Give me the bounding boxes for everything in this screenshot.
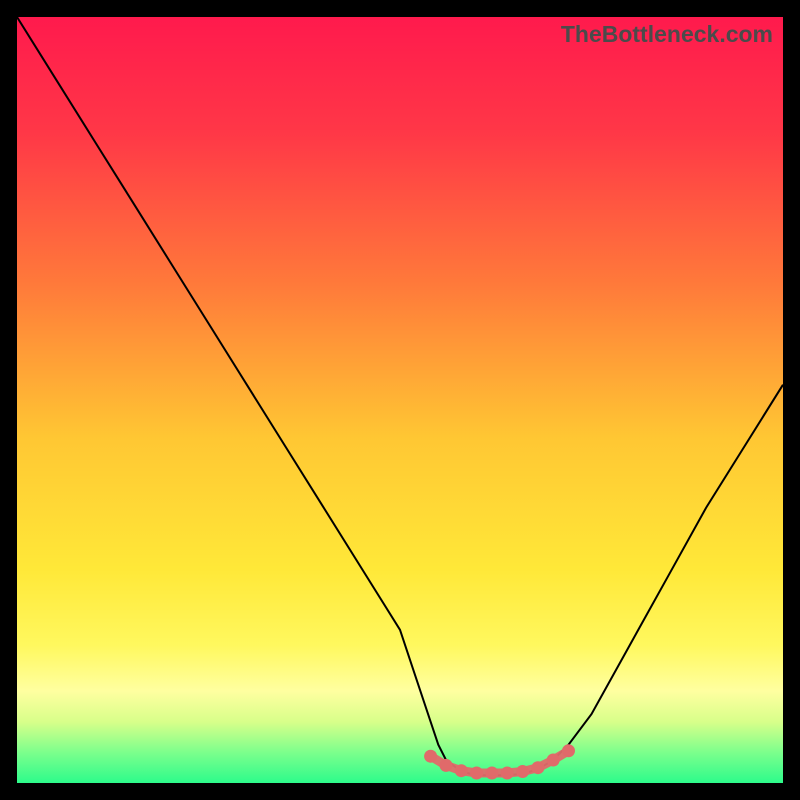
chart-frame: TheBottleneck.com — [0, 0, 800, 800]
plot-area: TheBottleneck.com — [17, 17, 783, 783]
bottleneck-curve — [17, 17, 783, 783]
